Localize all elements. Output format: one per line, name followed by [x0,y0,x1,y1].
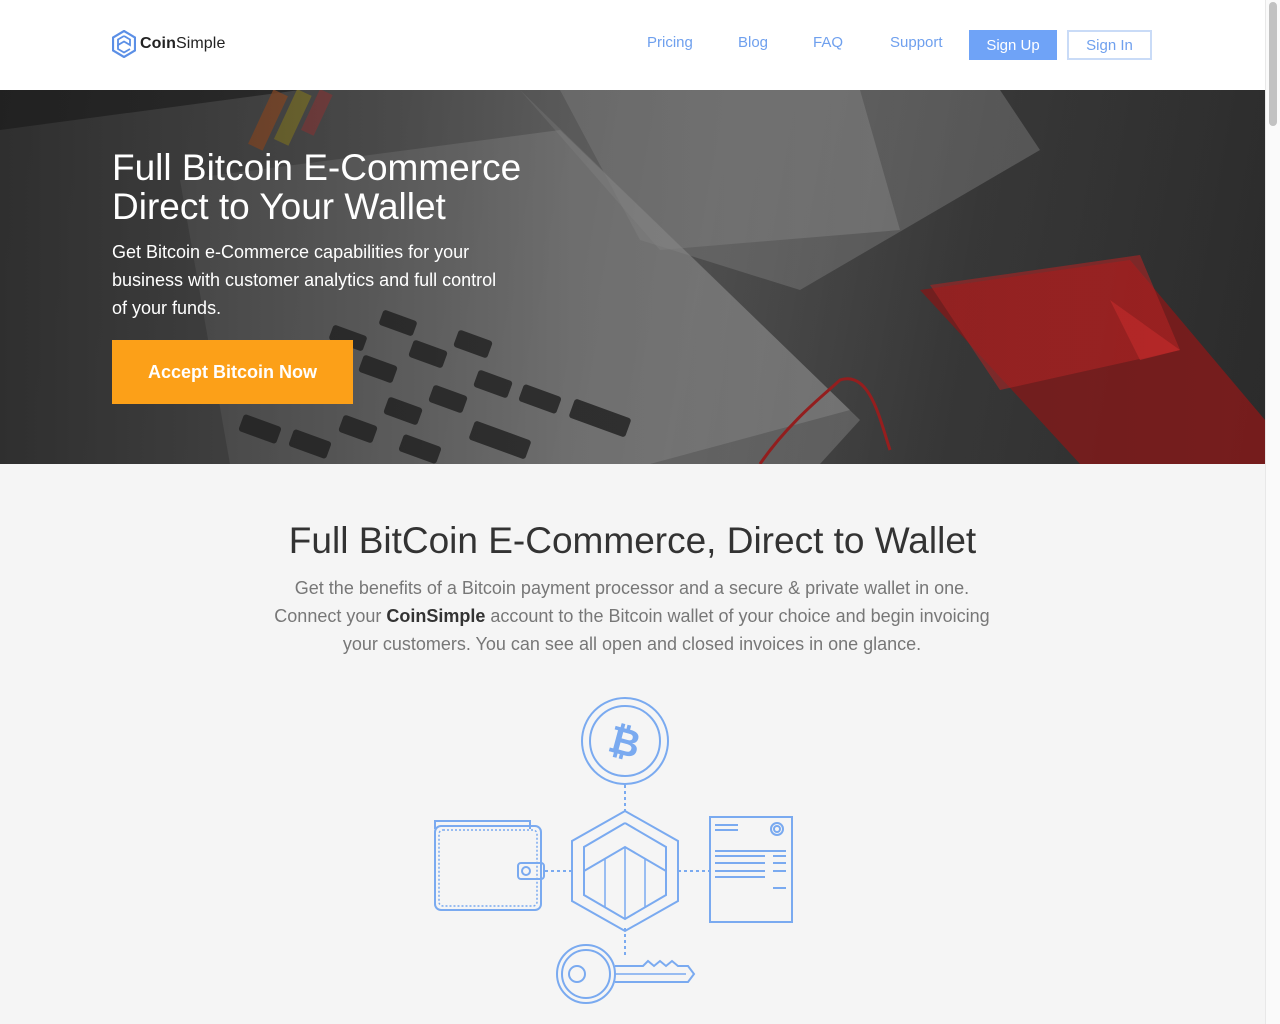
hero-title-line-1: Full Bitcoin E-Commerce [112,147,522,188]
nav-faq-link[interactable]: FAQ [813,34,843,51]
page-scrollbar[interactable] [1265,0,1280,1024]
features-text-brand: CoinSimple [386,606,486,626]
nav-pricing-link[interactable]: Pricing [647,34,693,51]
hexagon-logo-icon [571,809,679,933]
features-title: Full BitCoin E-Commerce, Direct to Walle… [288,520,977,561]
site-header: CoinSimple Pricing Blog FAQ Support Sign… [0,0,1265,90]
svg-text:₿: ₿ [604,717,645,768]
brand-logo[interactable]: CoinSimple [112,30,225,58]
brand-name: CoinSimple [140,35,226,52]
hero-title-line-2: Direct to Your Wallet [112,186,446,227]
nav-support-link[interactable]: Support [890,34,943,51]
nav-blog-link[interactable]: Blog [738,34,768,51]
wallet-icon [434,820,545,911]
hero-subtitle: Get Bitcoin e-Commerce capabilities for … [112,242,497,318]
hero-title: Full Bitcoin E-Commerce Direct to Your W… [112,148,572,226]
sign-in-button[interactable]: Sign In [1067,30,1152,60]
bitcoin-icon: ₿ [581,697,669,785]
hero-banner: Full Bitcoin E-Commerce Direct to Your W… [0,90,1265,464]
features-description: Get the benefits of a Bitcoin payment pr… [262,574,1002,658]
sign-up-button[interactable]: Sign Up [969,30,1057,60]
wallet-diagram-illustration: ₿ [434,697,793,1004]
coinsimple-logo-icon [112,30,136,58]
accept-bitcoin-button[interactable]: Accept Bitcoin Now [112,340,353,404]
invoice-icon [709,816,793,923]
scrollbar-thumb[interactable] [1269,2,1277,126]
